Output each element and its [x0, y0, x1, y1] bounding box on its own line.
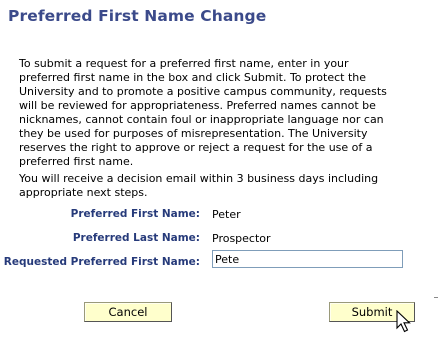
cancel-button[interactable]: Cancel	[84, 302, 172, 322]
divider	[434, 297, 438, 298]
page-title: Preferred First Name Change	[8, 7, 267, 25]
preferred-first-name-label: Preferred First Name:	[70, 208, 200, 220]
preferred-last-name-value: Prospector	[212, 232, 271, 245]
requested-first-name-label: Requested Preferred First Name:	[3, 256, 200, 268]
instructions-paragraph: To submit a request for a preferred firs…	[19, 57, 387, 168]
preferred-last-name-label: Preferred Last Name:	[72, 232, 200, 244]
instructions: To submit a request for a preferred firs…	[19, 57, 394, 200]
instructions-paragraph: You will receive a decision email within…	[19, 172, 379, 199]
requested-first-name-input[interactable]	[212, 250, 403, 268]
arrow-pointer-icon	[396, 310, 411, 333]
preferred-first-name-value: Peter	[212, 208, 241, 221]
